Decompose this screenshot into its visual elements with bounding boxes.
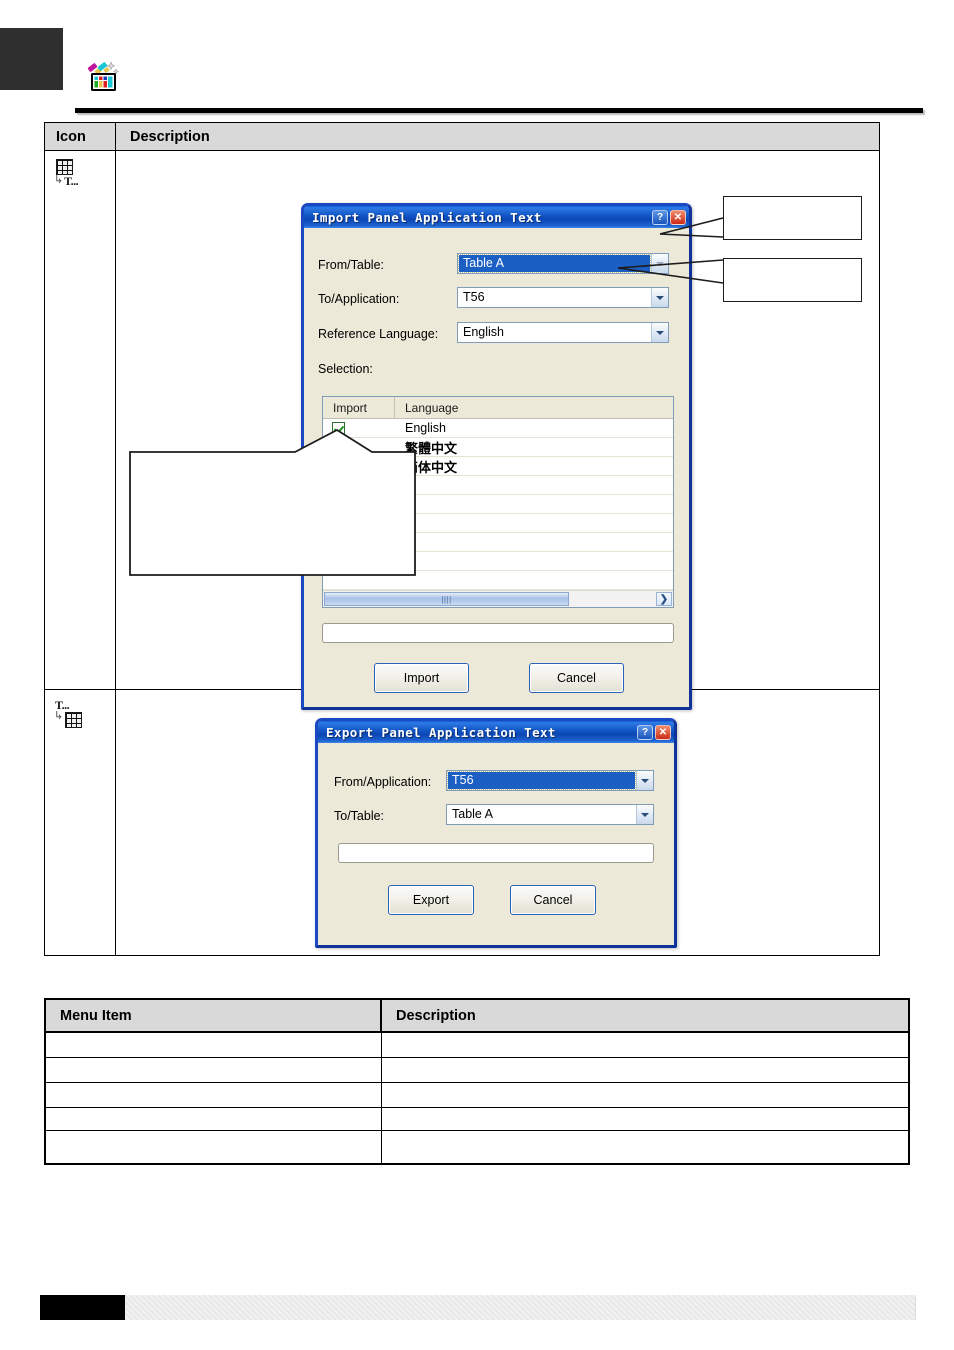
table-row <box>46 1131 908 1163</box>
menu-table-header-description: Description <box>396 1007 476 1024</box>
description-cell <box>382 1131 908 1163</box>
description-cell <box>382 1108 908 1130</box>
callout-selection-list <box>131 454 414 574</box>
menu-item-cell <box>46 1131 382 1163</box>
table-row <box>46 1083 908 1108</box>
menu-table-header-menu-item: Menu Item <box>46 1000 382 1031</box>
table-row <box>46 1108 908 1131</box>
page-footer <box>40 1295 916 1320</box>
description-cell <box>382 1058 908 1082</box>
menu-item-cell <box>46 1058 382 1082</box>
description-cell <box>382 1033 908 1057</box>
menu-item-cell <box>46 1033 382 1057</box>
footer-black-block <box>40 1295 125 1320</box>
callout-from-table <box>723 196 862 240</box>
callout-to-application <box>723 258 862 302</box>
table-row <box>46 1033 908 1058</box>
menu-table-header-row: Menu Item Description <box>46 1000 908 1033</box>
description-cell <box>382 1083 908 1107</box>
menu-item-table: Menu Item Description <box>44 998 910 1165</box>
footer-grey-bar <box>125 1295 916 1320</box>
menu-item-cell <box>46 1083 382 1107</box>
table-row <box>46 1058 908 1083</box>
menu-item-cell <box>46 1108 382 1130</box>
